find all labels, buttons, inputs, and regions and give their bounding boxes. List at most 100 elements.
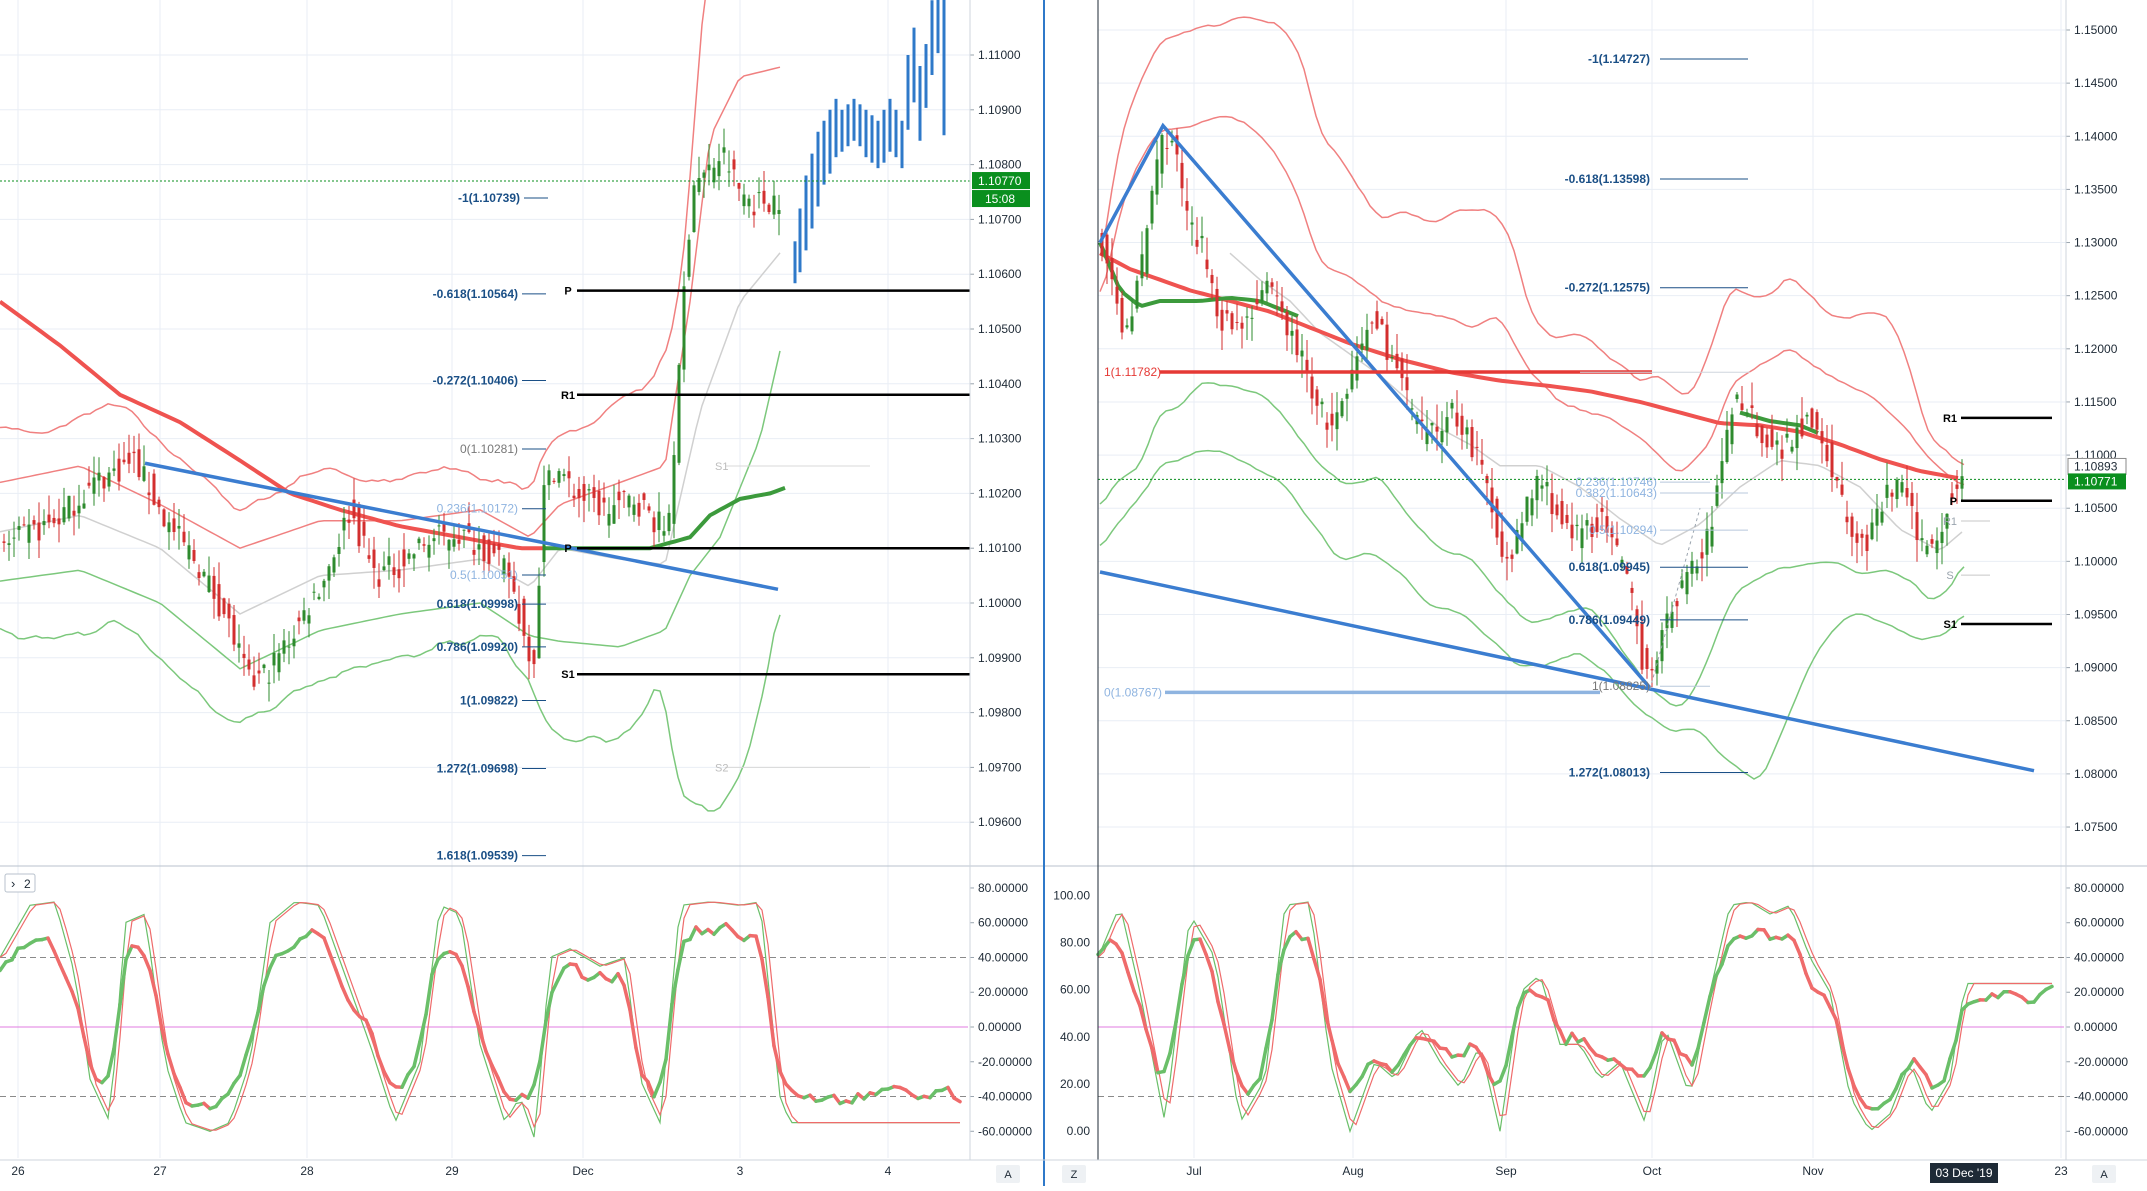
left-price-axis-tick-label: 1.10600 xyxy=(978,267,1022,281)
candle-body xyxy=(328,566,331,580)
left-osc-histogram-segment xyxy=(456,954,462,965)
auto-scale-button-left[interactable]: A xyxy=(996,1165,1020,1183)
candle-body xyxy=(1716,485,1719,505)
candle-body xyxy=(583,484,586,501)
candle-body xyxy=(1871,523,1874,540)
candle-body xyxy=(1291,331,1294,336)
right-time-tick-label: Sep xyxy=(1495,1164,1517,1178)
candle-body xyxy=(1821,431,1824,443)
candle-body xyxy=(238,643,241,647)
candle-body xyxy=(368,555,371,559)
left-price-axis-tick-label: 1.10700 xyxy=(978,212,1022,226)
candle-body xyxy=(13,538,16,539)
candle-body xyxy=(8,543,11,545)
right-osc-histogram-segment xyxy=(1338,1064,1344,1077)
candle-body xyxy=(538,586,541,659)
candle-body xyxy=(1496,499,1499,538)
candle-body xyxy=(1896,480,1899,499)
candle-body xyxy=(1886,485,1889,498)
candle-body xyxy=(1481,460,1484,465)
candle-body xyxy=(218,584,221,616)
candle-body xyxy=(723,147,726,152)
candle-body xyxy=(318,597,321,599)
oscillator-legend-toggle[interactable]: ›2 xyxy=(5,874,35,892)
candle-body xyxy=(1921,538,1924,540)
candle-body xyxy=(1566,515,1569,523)
right-time-tick-label: Jul xyxy=(1186,1164,1201,1178)
candle-body xyxy=(1301,351,1304,357)
candle-body xyxy=(1306,360,1309,371)
left-osc-axis-tick-label: 0.00000 xyxy=(978,1020,1022,1034)
fib-level-label-right: -1(1.14727) xyxy=(1588,52,1650,66)
pivot-label-right: R1 xyxy=(1943,413,1957,425)
candle-body xyxy=(38,522,41,540)
candle-body xyxy=(343,518,346,531)
right-osc-inner-tick-label: 60.00 xyxy=(1060,983,1090,997)
auto-scale-label-left: A xyxy=(1004,1169,1012,1181)
candle-body xyxy=(1666,614,1669,629)
candle-body xyxy=(1391,357,1394,358)
candle-body xyxy=(1961,476,1964,489)
candle-body xyxy=(1111,258,1114,279)
candle-body xyxy=(1341,401,1344,416)
candle-body xyxy=(313,592,316,593)
candle-body xyxy=(1956,485,1959,489)
candle-body xyxy=(1141,254,1144,278)
candle-body xyxy=(1281,301,1284,312)
candle-body xyxy=(1551,493,1554,514)
candle-body xyxy=(133,452,136,453)
candle-body xyxy=(1916,512,1919,540)
chart-canvas[interactable]: 1.110001.109001.108001.107001.106001.105… xyxy=(0,0,2147,1186)
auto-scale-button-right[interactable]: A xyxy=(2092,1165,2116,1183)
candle-body xyxy=(148,493,151,496)
candle-body xyxy=(453,539,456,546)
candle-body xyxy=(1881,512,1884,523)
candle-body xyxy=(608,514,611,526)
candle-body xyxy=(693,185,696,232)
candle-body xyxy=(543,485,546,562)
right-osc-inner-tick-label: 80.00 xyxy=(1060,936,1090,950)
candle-body xyxy=(128,453,131,464)
right-osc-histogram-segment xyxy=(1548,1000,1554,1020)
candle-body xyxy=(228,604,231,619)
left-osc-histogram-segment xyxy=(90,1064,96,1079)
candle-body xyxy=(213,576,216,599)
right-osc-histogram-segment xyxy=(1956,1010,1962,1040)
right-price-pane[interactable] xyxy=(1098,0,2066,865)
left-osc-axis-tick-label: 20.00000 xyxy=(978,985,1028,999)
candle-body xyxy=(1361,344,1364,350)
right-osc-axis-tick-label: -60.00000 xyxy=(2074,1124,2128,1138)
left-osc-histogram-segment xyxy=(228,1083,234,1094)
candle-body xyxy=(458,540,461,544)
candle-body xyxy=(1206,260,1209,270)
candle-body xyxy=(1771,429,1774,447)
z-button[interactable]: Z xyxy=(1062,1165,1086,1183)
candle-body xyxy=(603,498,606,503)
right-osc-histogram-segment xyxy=(1272,974,1278,1020)
candle-body xyxy=(393,567,396,575)
candle-body xyxy=(1931,539,1934,544)
candle-body xyxy=(123,460,126,462)
candle-body xyxy=(283,640,286,653)
candle-body xyxy=(763,191,766,204)
left-osc-histogram-segment xyxy=(666,1004,672,1059)
candle-body xyxy=(358,504,361,546)
candle-body xyxy=(728,171,731,172)
left-osc-histogram-segment xyxy=(534,1061,540,1085)
right-price-axis-tick-label: 1.12500 xyxy=(2074,289,2118,303)
candle-body xyxy=(253,675,256,686)
right-time-tick-label: Oct xyxy=(1643,1164,1662,1178)
candle-body xyxy=(1541,485,1544,488)
right-osc-histogram-segment xyxy=(1512,1008,1518,1036)
candle-body xyxy=(1246,316,1249,317)
candle-body xyxy=(1171,141,1174,143)
candle-body xyxy=(1201,236,1204,238)
candle-body xyxy=(1911,493,1914,506)
candle-body xyxy=(113,468,116,470)
candle-body xyxy=(1831,442,1834,477)
left-price-axis-tick-label: 1.10500 xyxy=(978,322,1022,336)
candle-body xyxy=(1356,356,1359,380)
candle-body xyxy=(243,654,246,658)
current-price-text: 1.10770 xyxy=(978,174,1022,188)
candle-body xyxy=(1211,275,1214,283)
